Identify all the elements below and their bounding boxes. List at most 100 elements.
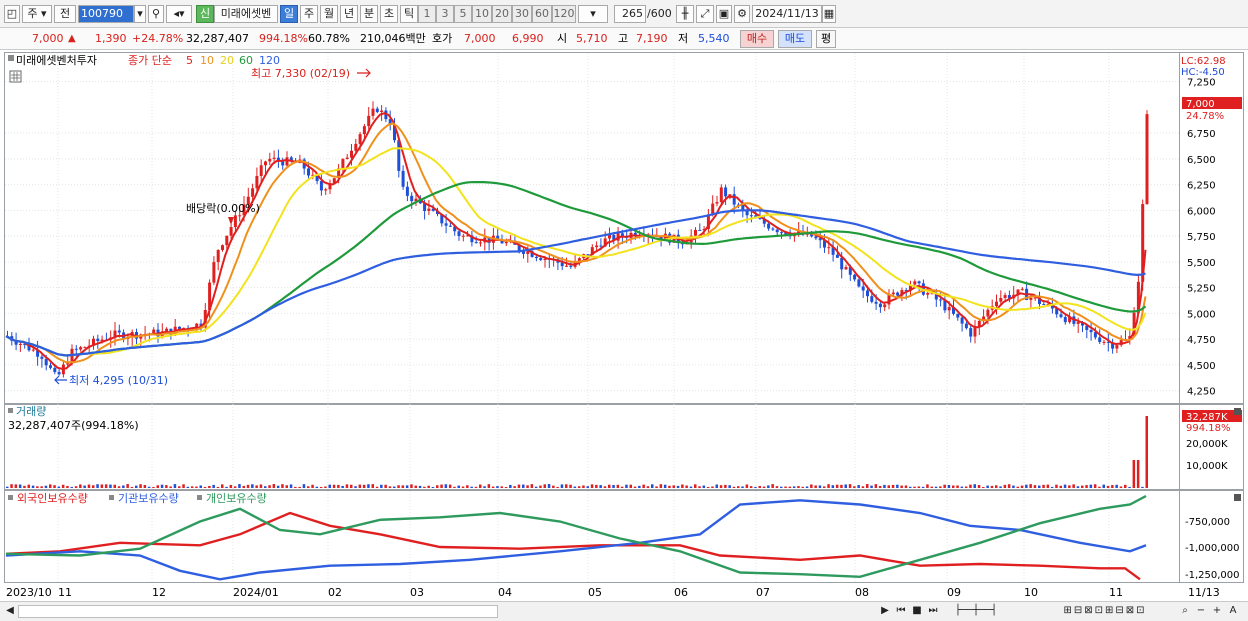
candle-body — [569, 265, 573, 267]
count-input[interactable]: 265 — [614, 5, 646, 23]
minute-label: 120 — [553, 7, 575, 20]
candle-body — [307, 168, 310, 176]
volume-bar — [573, 486, 577, 488]
volume-bar — [216, 486, 220, 488]
volume-bar — [18, 484, 22, 488]
scroll-left-icon[interactable]: ◀ — [4, 604, 16, 619]
sell-button[interactable]: 매도 — [778, 30, 812, 48]
volume-bar — [646, 486, 650, 488]
minute-1-button[interactable]: 1 — [418, 5, 436, 23]
scroll-thumb[interactable] — [18, 605, 498, 618]
search-icon[interactable]: ⚲ — [148, 5, 164, 23]
period-week-tab[interactable]: 주 — [300, 5, 318, 23]
candle-body — [853, 274, 857, 280]
period-second-tab[interactable]: 초 — [380, 5, 398, 23]
volume-bar — [831, 485, 835, 488]
candle-body — [251, 188, 255, 197]
minute-10-button[interactable]: 10 — [472, 5, 492, 23]
volume-bar — [208, 485, 211, 488]
volume-bar — [848, 484, 852, 488]
forward-icon[interactable]: ⏭ — [926, 604, 940, 619]
calendar-icon[interactable]: ▦ — [822, 5, 836, 23]
legend-marker-icon — [109, 495, 114, 500]
range-button[interactable]: 전 — [54, 5, 76, 23]
volume-bar — [229, 484, 233, 488]
volume-bar — [307, 486, 310, 488]
volume-bar — [444, 484, 448, 488]
flat-button[interactable]: 평 — [816, 30, 836, 48]
minute-120-button[interactable]: 120 — [552, 5, 576, 23]
date-input[interactable]: 2024/11/13 — [752, 5, 822, 23]
period-year-tab[interactable]: 년 — [340, 5, 358, 23]
candle-body — [844, 267, 848, 270]
volume-bar — [861, 486, 865, 488]
volume-bar — [681, 484, 684, 488]
volume-bar — [973, 484, 976, 488]
period-minute-tab[interactable]: 분 — [360, 5, 378, 23]
price-tick: 5,500 — [1187, 258, 1216, 269]
minute-30-button[interactable]: 30 — [512, 5, 532, 23]
low-arrow-icon — [54, 375, 67, 385]
font-size-icon[interactable]: A — [1226, 604, 1240, 619]
scroll-right-icon[interactable]: ▶ — [878, 604, 892, 619]
volume-bar — [298, 486, 301, 488]
minute-5-button[interactable]: 5 — [454, 5, 472, 23]
zoom-search-icon[interactable]: ⌕ — [1178, 604, 1192, 619]
data-table-icon[interactable] — [9, 70, 22, 83]
x-label: 08 — [855, 586, 869, 599]
zoom-slider[interactable]: ├──┼──┤ — [948, 604, 1004, 619]
chart-canvas[interactable]: 미래에셋벤처투자 종가 단순 5 10 20 60 120 최고 7,330 (… — [0, 51, 1248, 601]
zoom-in-icon[interactable]: + — [1210, 604, 1224, 619]
minute-3-button[interactable]: 3 — [436, 5, 454, 23]
volume-bar — [436, 485, 439, 488]
volume-bar — [620, 486, 624, 488]
x-label: 02 — [328, 586, 342, 599]
candle-body — [939, 299, 943, 301]
volume-pane-close-icon[interactable] — [1234, 408, 1241, 415]
price-tick: 5,750 — [1187, 232, 1216, 243]
period-tick-tab[interactable]: 틱 — [400, 5, 418, 23]
period-day-tab[interactable]: 일 — [280, 5, 298, 23]
zoom-out-icon[interactable]: − — [1194, 604, 1208, 619]
minute-20-button[interactable]: 20 — [492, 5, 512, 23]
chart-area[interactable]: 미래에셋벤처투자 종가 단순 5 10 20 60 120 최고 7,330 (… — [0, 51, 1248, 601]
date-value: 2024/11/13 — [755, 7, 819, 20]
candle-body — [724, 187, 728, 197]
drawing-tools-bar[interactable]: ⊞⊟⊠⊡⊞⊟⊠⊡ — [1040, 604, 1170, 619]
minute-60-button[interactable]: 60 — [532, 5, 552, 23]
holdings-pane-close-icon[interactable] — [1234, 494, 1241, 501]
volume-bar — [354, 486, 357, 488]
stock-name-field[interactable]: 미래에셋벤 — [214, 5, 278, 23]
volume-bar — [780, 486, 783, 488]
stop-icon[interactable]: ■ — [910, 604, 924, 619]
volume-bar — [61, 484, 65, 488]
volume-bar — [1089, 484, 1093, 488]
volume-bar — [1055, 484, 1058, 488]
volume-bar — [964, 486, 968, 488]
chart-menu-icon[interactable]: ◰ — [4, 5, 20, 23]
drawing-tools-icon[interactable]: ⤢ — [696, 5, 714, 23]
volume-bar — [70, 486, 73, 488]
sound-icon[interactable]: ◂▾ — [166, 5, 192, 23]
volume-bar — [36, 486, 39, 488]
volume-bar — [14, 484, 18, 488]
volume-bar — [431, 486, 435, 488]
period-month-tab[interactable]: 월 — [320, 5, 338, 23]
save-icon[interactable]: ▣ — [716, 5, 732, 23]
low-label: 저 — [678, 32, 689, 45]
chart-toolbar: ◰ 주 ▾ 전 100790 ▾ ⚲ ◂▾ 신 미래에셋벤 일 주 월 년 분 … — [0, 0, 1248, 28]
settings-gear-icon[interactable]: ⚙ — [734, 5, 750, 23]
volume-title: 거래량 — [16, 405, 46, 418]
rewind-icon[interactable]: ⏮ — [894, 604, 908, 619]
custom-interval-select[interactable]: ▾ — [578, 5, 608, 23]
code-dropdown-icon[interactable]: ▾ — [134, 5, 146, 23]
chart-type-select[interactable]: 주 ▾ — [22, 5, 52, 23]
volume-bar — [1063, 484, 1067, 488]
candle-body — [427, 208, 431, 211]
volume-bar — [827, 484, 830, 488]
candle-style-icon[interactable]: ╫ — [676, 5, 694, 23]
volume-bar — [560, 484, 564, 488]
buy-button[interactable]: 매수 — [740, 30, 774, 48]
stock-code-input[interactable]: 100790 — [78, 5, 134, 23]
candle-body — [410, 195, 414, 202]
